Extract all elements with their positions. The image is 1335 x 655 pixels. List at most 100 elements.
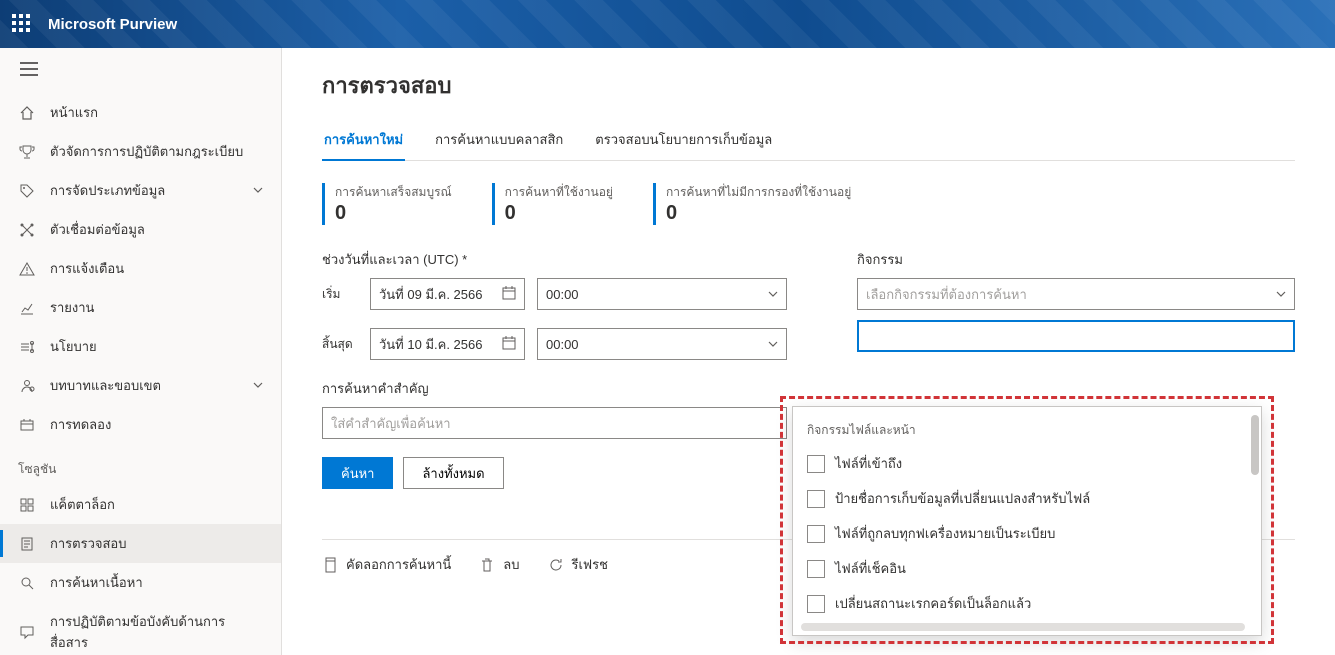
sidebar-item-label: การปฏิบัติตามข้อบังคับด้านการสื่อสาร [50, 611, 263, 653]
copy-search-button[interactable]: คัดลอกการค้นหานี้ [322, 554, 451, 575]
sidebar-item-comm[interactable]: การปฏิบัติตามข้อบังคับด้านการสื่อสาร [0, 602, 281, 655]
start-label: เริ่ม [322, 285, 358, 304]
search-button[interactable]: ค้นหา [322, 457, 393, 489]
activity-option-label: ป้ายชื่อการเก็บข้อมูลที่เปลี่ยนแปลงสำหรั… [835, 488, 1090, 509]
checkbox[interactable] [807, 455, 825, 473]
checkbox[interactable] [807, 560, 825, 578]
keyword-input[interactable] [322, 407, 787, 439]
chart-icon [18, 299, 36, 317]
sidebar-item-audit[interactable]: การตรวจสอบ [0, 524, 281, 563]
main-content: การตรวจสอบ การค้นหาใหม่ การค้นหาแบบคลาสสิ… [282, 48, 1335, 655]
sidebar-item-trophy[interactable]: ตัวจัดการการปฏิบัติตามกฎระเบียบ [0, 132, 281, 171]
sidebar-item-label: บทบาทและขอบเขต [50, 375, 239, 396]
sidebar-item-trial[interactable]: การทดลอง [0, 405, 281, 444]
activity-option[interactable]: เปลี่ยนสถานะเรกคอร์ดเป็นล็อกแล้ว [793, 586, 1261, 621]
tab[interactable]: การค้นหาใหม่ [322, 121, 405, 160]
checkbox[interactable] [807, 490, 825, 508]
stat: การค้นหาที่ใช้งานอยู่0 [492, 183, 613, 225]
home-icon [18, 104, 36, 122]
tab[interactable]: การค้นหาแบบคลาสสิก [433, 121, 565, 160]
refresh-button[interactable]: รีเฟรช [548, 554, 608, 575]
activity-option[interactable]: ไฟล์ที่ถูกลบทุกฟเครื่องหมายเป็นระเบียบ [793, 516, 1261, 551]
sidebar-item-chart[interactable]: รายงาน [0, 288, 281, 327]
hamburger-button[interactable] [0, 48, 281, 93]
sidebar-item-label: การจัดประเภทข้อมูล [50, 180, 239, 201]
activities-dropdown[interactable]: เลือกกิจกรรมที่ต้องการค้นหา [857, 278, 1295, 310]
sidebar-item-roles[interactable]: บทบาทและขอบเขต [0, 366, 281, 405]
app-header: Microsoft Purview [0, 0, 1335, 48]
activity-option-label: เปลี่ยนสถานะเรกคอร์ดเป็นล็อกแล้ว [835, 593, 1031, 614]
stats-row: การค้นหาเสร็จสมบูรณ์0การค้นหาที่ใช้งานอย… [322, 183, 1295, 225]
sidebar-item-label: การแจ้งเตือน [50, 258, 263, 279]
roles-icon [18, 377, 36, 395]
sidebar-item-home[interactable]: หน้าแรก [0, 93, 281, 132]
end-time-input[interactable]: 00:00 [537, 328, 787, 360]
stat-value: 0 [505, 202, 613, 225]
start-date-input[interactable]: วันที่ 09 มี.ค. 2566 [370, 278, 525, 310]
sidebar-item-label: นโยบาย [50, 336, 263, 357]
comm-icon [18, 623, 36, 641]
stat-value: 0 [335, 202, 452, 225]
sidebar-item-label: แค็ตตาล็อก [50, 494, 263, 515]
date-range-label: ช่วงวันที่และเวลา (UTC) * [322, 249, 787, 270]
brand-title: Microsoft Purview [48, 16, 177, 33]
chevron-down-icon [768, 337, 778, 352]
activities-dropdown-panel[interactable]: กิจกรรมไฟล์และหน้า ไฟล์ที่เข้าถึงป้ายชื่… [792, 406, 1262, 636]
sidebar-item-tag[interactable]: การจัดประเภทข้อมูล [0, 171, 281, 210]
stat-label: การค้นหาที่ใช้งานอยู่ [505, 183, 613, 202]
activity-group-label: กิจกรรมไฟล์และหน้า [793, 415, 1261, 446]
tag-icon [18, 182, 36, 200]
checkbox[interactable] [807, 525, 825, 543]
sidebar-item-label: การตรวจสอบ [50, 533, 263, 554]
checkbox[interactable] [807, 595, 825, 613]
sidebar-item-label: ตัวเชื่อมต่อข้อมูล [50, 219, 263, 240]
connector-icon [18, 221, 36, 239]
activity-option-label: ไฟล์ที่เข้าถึง [835, 453, 902, 474]
page-title: การตรวจสอบ [322, 68, 1295, 103]
tab[interactable]: ตรวจสอบนโยบายการเก็บข้อมูล [593, 121, 774, 160]
activity-option[interactable]: ป้ายชื่อการเก็บข้อมูลที่เปลี่ยนแปลงสำหรั… [793, 481, 1261, 516]
sidebar-item-label: การค้นหาเนื้อหา [50, 572, 263, 593]
stat: การค้นหาเสร็จสมบูรณ์0 [322, 183, 452, 225]
keyword-label: การค้นหาคำสำคัญ [322, 378, 787, 399]
sidebar-item-catalog[interactable]: แค็ตตาล็อก [0, 485, 281, 524]
activity-option-label: ไฟล์ที่เช็คอิน [835, 558, 906, 579]
end-date-input[interactable]: วันที่ 10 มี.ค. 2566 [370, 328, 525, 360]
sidebar-item-search[interactable]: การค้นหาเนื้อหา [0, 563, 281, 602]
sidebar-item-policy[interactable]: นโยบาย [0, 327, 281, 366]
sidebar-item-alert[interactable]: การแจ้งเตือน [0, 249, 281, 288]
sidebar: หน้าแรกตัวจัดการการปฏิบัติตามกฎระเบียบกา… [0, 48, 282, 655]
activities-filter-input[interactable] [857, 320, 1295, 352]
sidebar-item-label: หน้าแรก [50, 102, 263, 123]
end-label: สิ้นสุด [322, 335, 358, 354]
sidebar-item-label: ตัวจัดการการปฏิบัติตามกฎระเบียบ [50, 141, 263, 162]
chevron-down-icon [768, 287, 778, 302]
delete-button[interactable]: ลบ [479, 554, 519, 575]
activity-option[interactable]: ไฟล์ที่เช็คอิน [793, 551, 1261, 586]
start-time-input[interactable]: 00:00 [537, 278, 787, 310]
scrollbar-horizontal[interactable] [801, 623, 1245, 631]
clear-button[interactable]: ล้างทั้งหมด [403, 457, 503, 489]
tabs: การค้นหาใหม่ การค้นหาแบบคลาสสิก ตรวจสอบนโย… [322, 121, 1295, 161]
chevron-down-icon [1276, 287, 1286, 302]
policy-icon [18, 338, 36, 356]
trophy-icon [18, 143, 36, 161]
sidebar-section-title: โซลูชัน [0, 444, 281, 485]
calendar-icon [502, 336, 516, 353]
trial-icon [18, 416, 36, 434]
sidebar-item-connector[interactable]: ตัวเชื่อมต่อข้อมูล [0, 210, 281, 249]
scrollbar-vertical[interactable] [1251, 415, 1259, 615]
stat: การค้นหาที่ไม่มีการกรองที่ใช้งานอยู่0 [653, 183, 851, 225]
alert-icon [18, 260, 36, 278]
activities-label: กิจกรรม [857, 249, 1295, 270]
stat-label: การค้นหาเสร็จสมบูรณ์ [335, 183, 452, 202]
sidebar-item-label: รายงาน [50, 297, 263, 318]
stat-label: การค้นหาที่ไม่มีการกรองที่ใช้งานอยู่ [666, 183, 851, 202]
app-launcher-icon[interactable] [12, 14, 32, 34]
activity-option-label: ไฟล์ที่ถูกลบทุกฟเครื่องหมายเป็นระเบียบ [835, 523, 1055, 544]
sidebar-item-label: การทดลอง [50, 414, 263, 435]
chevron-down-icon [253, 378, 263, 393]
activity-option[interactable]: ไฟล์ที่เข้าถึง [793, 446, 1261, 481]
calendar-icon [502, 286, 516, 303]
stat-value: 0 [666, 202, 851, 225]
